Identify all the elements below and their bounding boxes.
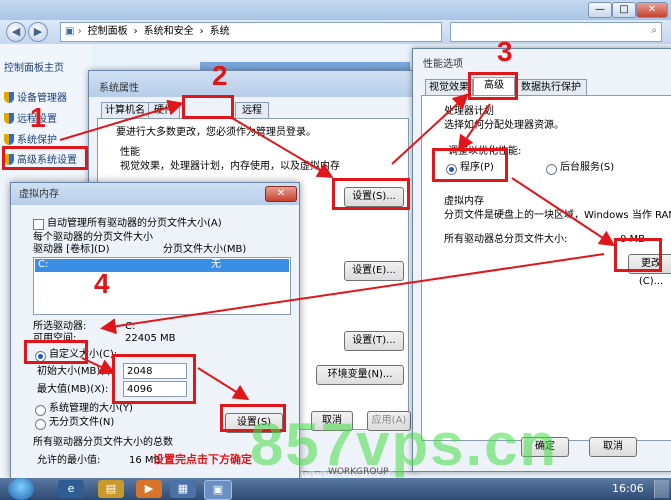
highlight-programs-radio xyxy=(432,148,508,182)
arrow-2-to-settings xyxy=(231,117,334,179)
watermark: 857vps.cn xyxy=(250,411,559,478)
system-task-icon[interactable]: ▣ xyxy=(204,480,232,500)
arrow-1-to-2 xyxy=(59,99,184,141)
highlight-advanced-settings xyxy=(2,146,88,170)
step-number-4: 4 xyxy=(94,268,110,299)
control-panel-task-icon[interactable]: ▦ xyxy=(170,480,196,498)
clock: 16:06 xyxy=(612,482,644,495)
highlight-perf-advanced-tab xyxy=(468,72,518,100)
step-number-2: 2 xyxy=(212,60,228,91)
arrow-change-to-4 xyxy=(100,253,605,335)
arrow-3-to-programs xyxy=(457,103,491,152)
highlight-advanced-tab xyxy=(182,95,234,119)
step-number-1: 1 xyxy=(30,102,46,133)
ie-icon[interactable]: e xyxy=(58,480,84,498)
taskbar: e ▤ ▶ ▦ ▣ 16:06 xyxy=(0,478,671,500)
folder-icon[interactable]: ▤ xyxy=(98,480,124,498)
show-desktop-button[interactable] xyxy=(654,480,669,498)
arrow-to-change xyxy=(511,177,616,247)
start-button-icon[interactable] xyxy=(8,478,34,500)
arrow-inputs-to-set xyxy=(197,367,250,401)
step-number-3: 3 xyxy=(497,36,513,67)
highlight-change-button xyxy=(614,238,662,272)
highlight-size-inputs xyxy=(112,354,196,404)
highlight-custom-size xyxy=(24,340,88,364)
highlight-perf-settings xyxy=(332,178,410,210)
workgroup-label: WORKGROUP xyxy=(328,467,389,477)
media-player-icon[interactable]: ▶ xyxy=(136,480,162,498)
